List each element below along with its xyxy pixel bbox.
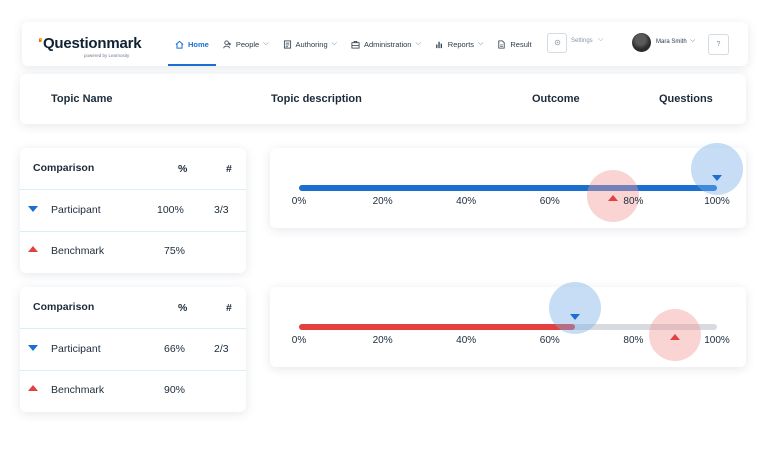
chevron-down-icon: ⌵ <box>263 40 269 47</box>
chevron-down-icon: ⌵ <box>690 37 696 44</box>
scale-tick: 80% <box>623 196 644 207</box>
gear-icon <box>553 34 562 52</box>
benchmark-label: Benchmark <box>51 245 105 257</box>
chevron-down-icon: ⌵ <box>598 36 604 43</box>
benchmark-marker-icon <box>28 385 38 391</box>
benchmark-marker-icon <box>28 246 38 252</box>
participant-percent: 66% <box>164 343 186 355</box>
benchmark-marker-icon <box>607 195 618 201</box>
people-icon <box>223 39 232 49</box>
participant-label: Participant <box>51 343 101 355</box>
authoring-icon <box>283 39 292 49</box>
nav-item-label: People <box>235 39 260 49</box>
scale-tick: 80% <box>623 335 644 346</box>
comparison-title: Comparison <box>33 162 95 174</box>
participant-percent: 100% <box>157 204 184 216</box>
participant-fill <box>299 324 575 330</box>
participant-row: Participant 100% 3/3 <box>20 190 246 232</box>
outcome-bar: 0% 20% 40% 60% 80% 100% <box>270 282 746 367</box>
comparison-header: Comparison % # <box>20 148 246 190</box>
column-topic-name: Topic Name <box>51 93 113 105</box>
participant-fill <box>299 185 717 191</box>
questionmark-logo[interactable]: ‘’Questionmark <box>38 35 142 52</box>
topic-header: Topic Name Topic description Outcome Que… <box>20 74 746 124</box>
percent-column-header: % <box>178 302 188 314</box>
nav-menu: Home People ⌵ Authoring ⌵ Administration… <box>168 22 539 66</box>
scale-tick: 0% <box>291 335 307 346</box>
scale-tick: 40% <box>456 196 477 207</box>
nav-item-label: Reports <box>447 39 475 49</box>
participant-row: Participant 66% 2/3 <box>20 329 246 371</box>
benchmark-percent: 90% <box>164 384 186 396</box>
scale-tick: 60% <box>539 335 560 346</box>
scale-tick: 20% <box>372 196 393 207</box>
settings-button[interactable] <box>547 33 567 53</box>
scale-tick: 60% <box>539 196 560 207</box>
percent-column-header: % <box>178 163 188 175</box>
benchmark-row: Benchmark 75% <box>20 232 246 273</box>
nav-item-label: Administration <box>363 39 412 49</box>
participant-count: 2/3 <box>214 343 229 355</box>
avatar[interactable] <box>632 33 651 52</box>
scale-tick: 40% <box>456 335 477 346</box>
participant-count: 3/3 <box>214 204 229 216</box>
participant-marker-icon <box>28 206 38 212</box>
help-button[interactable]: ? <box>708 34 729 55</box>
nav-item-authoring[interactable]: Authoring ⌵ <box>276 22 344 66</box>
column-outcome: Outcome <box>532 93 580 105</box>
chevron-down-icon: ⌵ <box>478 40 484 47</box>
chevron-down-icon: ⌵ <box>415 40 421 47</box>
nav-item-administration[interactable]: Administration ⌵ <box>344 22 428 66</box>
scale-tick: 0% <box>291 196 307 207</box>
participant-bubble[interactable] <box>548 282 601 334</box>
result-icon <box>497 39 506 49</box>
user-name[interactable]: Mara Smith <box>656 39 687 45</box>
logo-subtitle: powered by Learnosity <box>84 53 130 58</box>
column-questions: Questions <box>659 93 713 105</box>
outcome-bar: 0% 20% 40% 60% 80% 100% <box>270 143 746 228</box>
comparison-table: Comparison % # Participant 100% 3/3 Benc… <box>20 148 246 273</box>
comparison-table: Comparison % # Participant 66% 2/3 Bench… <box>20 287 246 412</box>
settings-label[interactable]: Settings <box>571 38 593 44</box>
chevron-down-icon: ⌵ <box>331 40 337 47</box>
administration-icon <box>351 40 360 49</box>
column-topic-description: Topic description <box>271 93 362 105</box>
nav-item-people[interactable]: People ⌵ <box>216 22 276 66</box>
benchmark-percent: 75% <box>164 245 186 257</box>
participant-marker-icon <box>28 345 38 351</box>
outcome-track <box>299 185 717 191</box>
scale-tick: 100% <box>704 196 730 207</box>
participant-marker-icon <box>712 175 722 181</box>
comparison-title: Comparison <box>33 301 95 313</box>
nav-item-home[interactable]: Home <box>168 22 216 66</box>
nav-item-label: Result <box>510 39 532 49</box>
count-column-header: # <box>226 302 232 314</box>
participant-label: Participant <box>51 204 101 216</box>
scale-tick: 100% <box>704 335 730 346</box>
scale-tick: 20% <box>372 335 393 346</box>
count-column-header: # <box>226 163 232 175</box>
help-icon: ? <box>716 41 721 48</box>
top-navigation: ‘’Questionmark powered by Learnosity Hom… <box>22 22 748 66</box>
nav-item-label: Authoring <box>295 39 328 49</box>
participant-bubble[interactable] <box>691 143 743 195</box>
participant-marker-icon <box>569 314 580 320</box>
comparison-header: Comparison % # <box>20 287 246 329</box>
reports-icon <box>435 40 444 49</box>
nav-item-label: Home <box>188 39 209 49</box>
benchmark-marker-icon <box>670 334 681 340</box>
benchmark-label: Benchmark <box>51 384 105 396</box>
nav-item-reports[interactable]: Reports ⌵ <box>428 22 491 66</box>
benchmark-row: Benchmark 90% <box>20 371 246 412</box>
home-icon <box>175 40 184 49</box>
nav-item-result[interactable]: Result <box>490 22 538 66</box>
